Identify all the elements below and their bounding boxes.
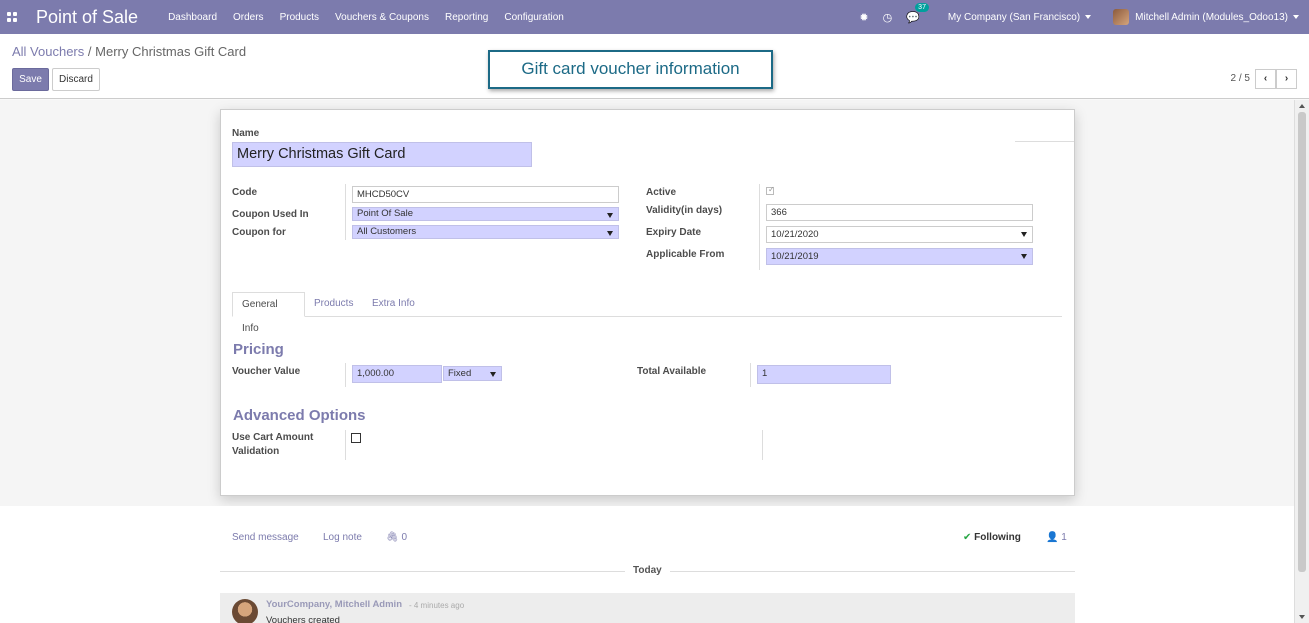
use-cart-amount-label: Use Cart Amount bbox=[232, 432, 314, 443]
send-message-button[interactable]: Send message bbox=[232, 532, 299, 543]
total-available-input[interactable]: 1 bbox=[757, 365, 891, 384]
messages-icon[interactable]: 💬 37 bbox=[906, 2, 929, 24]
person-icon: 👤 bbox=[1046, 532, 1059, 543]
validity-input[interactable]: 366 bbox=[766, 204, 1033, 221]
date-separator-today: Today bbox=[625, 565, 670, 576]
pager-previous-button[interactable]: ‹ bbox=[1255, 69, 1276, 89]
breadcrumb-current: Merry Christmas Gift Card bbox=[95, 44, 247, 59]
followers-count: 1 bbox=[1061, 532, 1067, 543]
applicable-from-input[interactable]: 10/21/2019 bbox=[766, 248, 1033, 265]
attachments-count: 0 bbox=[401, 532, 408, 543]
discard-button[interactable]: Discard bbox=[52, 68, 100, 91]
expiry-date-label: Expiry Date bbox=[646, 227, 702, 238]
voucher-value-label: Voucher Value bbox=[232, 366, 301, 377]
total-available-label: Total Available bbox=[637, 366, 707, 377]
divider bbox=[1015, 141, 1074, 142]
notebook-tabs: General Info Products Extra Info bbox=[232, 292, 1062, 334]
save-button[interactable]: Save bbox=[12, 68, 49, 91]
pricing-heading: Pricing bbox=[233, 341, 284, 358]
use-cart-amount-checkbox[interactable] bbox=[351, 433, 361, 443]
company-name: My Company (San Francisco) bbox=[947, 11, 1081, 23]
navbar-systray: ✹ ◷ 💬 37 My Company (San Francisco) Mitch… bbox=[859, 0, 1309, 34]
company-switcher[interactable]: My Company (San Francisco) bbox=[947, 11, 1092, 23]
breadcrumb: All Vouchers / Merry Christmas Gift Card bbox=[12, 44, 246, 59]
followers-button[interactable]: 👤 1 bbox=[1046, 532, 1067, 543]
voucher-value-input[interactable]: 1,000.00 bbox=[352, 365, 442, 383]
breadcrumb-all-vouchers[interactable]: All Vouchers bbox=[12, 44, 84, 59]
code-input[interactable]: MHCD50CV bbox=[352, 186, 619, 203]
following-button[interactable]: ✔ Following bbox=[963, 532, 1021, 543]
author-avatar[interactable] bbox=[232, 599, 258, 623]
message-author[interactable]: YourCompany, Mitchell Admin bbox=[266, 599, 402, 610]
tab-products[interactable]: Products bbox=[305, 292, 362, 317]
chatter-message: YourCompany, Mitchell Admin - 4 minutes … bbox=[220, 593, 1075, 623]
annotation-callout: Gift card voucher information bbox=[488, 50, 773, 89]
field-separator bbox=[345, 184, 346, 240]
expiry-date-input[interactable]: 10/21/2020 bbox=[766, 226, 1033, 243]
chevron-right-icon: › bbox=[1284, 73, 1289, 84]
app-title: Point of Sale bbox=[36, 6, 139, 27]
field-separator bbox=[345, 430, 346, 460]
name-input[interactable]: Merry Christmas Gift Card bbox=[232, 142, 532, 167]
control-panel: All Vouchers / Merry Christmas Gift Card… bbox=[0, 34, 1309, 99]
validity-label: Validity(in days) bbox=[646, 205, 723, 216]
code-label: Code bbox=[232, 187, 257, 198]
use-cart-amount-label-line2: Validation bbox=[232, 446, 280, 457]
active-label: Active bbox=[646, 187, 677, 198]
tab-extra-info[interactable]: Extra Info bbox=[363, 292, 424, 317]
breadcrumb-separator: / bbox=[87, 44, 92, 59]
messages-badge: 37 bbox=[915, 2, 929, 12]
chevron-left-icon: ‹ bbox=[1263, 73, 1268, 84]
coupon-for-select[interactable]: All Customers bbox=[352, 225, 619, 239]
scrollbar-thumb[interactable] bbox=[1298, 112, 1306, 572]
message-body: Vouchers created bbox=[266, 615, 340, 623]
bug-icon[interactable]: ✹ bbox=[859, 11, 868, 24]
pager-value[interactable]: 2 / 5 bbox=[1231, 73, 1250, 84]
top-navbar: Point of Sale Dashboard Orders Products … bbox=[0, 0, 1309, 34]
tab-general-info[interactable]: General Info bbox=[232, 292, 305, 334]
menu-reporting[interactable]: Reporting bbox=[437, 12, 496, 23]
field-separator bbox=[345, 363, 346, 387]
advanced-options-heading: Advanced Options bbox=[233, 407, 366, 424]
log-note-button[interactable]: Log note bbox=[323, 532, 362, 543]
main-menu: Dashboard Orders Products Vouchers & Cou… bbox=[160, 12, 572, 23]
apps-menu-icon[interactable] bbox=[7, 12, 17, 22]
field-separator bbox=[762, 430, 763, 460]
menu-vouchers-coupons[interactable]: Vouchers & Coupons bbox=[327, 12, 437, 23]
scroll-up-icon[interactable] bbox=[1299, 104, 1305, 108]
pager-next-button[interactable]: › bbox=[1276, 69, 1297, 89]
name-label: Name bbox=[232, 128, 260, 139]
menu-configuration[interactable]: Configuration bbox=[496, 12, 571, 23]
paperclip-icon: 🖇 bbox=[386, 532, 399, 543]
following-label: Following bbox=[974, 532, 1021, 543]
coupon-for-label: Coupon for bbox=[232, 227, 286, 238]
field-separator bbox=[759, 184, 760, 270]
message-time: - 4 minutes ago bbox=[409, 601, 465, 610]
chevron-down-icon bbox=[1293, 14, 1299, 19]
voucher-type-select[interactable]: Fixed bbox=[443, 366, 502, 381]
attachments-button[interactable]: 🖇 0 bbox=[386, 532, 407, 543]
check-icon: ✔ bbox=[963, 532, 972, 543]
user-menu[interactable]: Mitchell Admin (Modules_Odoo13) bbox=[1135, 12, 1299, 23]
activity-clock-icon[interactable]: ◷ bbox=[883, 11, 893, 24]
field-separator bbox=[750, 363, 751, 387]
active-checkbox[interactable] bbox=[766, 185, 775, 195]
menu-dashboard[interactable]: Dashboard bbox=[160, 12, 225, 23]
menu-orders[interactable]: Orders bbox=[225, 12, 272, 23]
applicable-from-label: Applicable From bbox=[646, 249, 725, 260]
coupon-used-in-label: Coupon Used In bbox=[232, 209, 309, 220]
vertical-scrollbar[interactable] bbox=[1294, 100, 1309, 623]
user-name: Mitchell Admin (Modules_Odoo13) bbox=[1135, 11, 1288, 23]
user-avatar[interactable] bbox=[1113, 9, 1130, 25]
coupon-used-in-select[interactable]: Point Of Sale bbox=[352, 207, 619, 221]
menu-products[interactable]: Products bbox=[272, 12, 327, 23]
chevron-down-icon bbox=[1085, 14, 1092, 19]
scroll-down-icon[interactable] bbox=[1299, 615, 1305, 619]
